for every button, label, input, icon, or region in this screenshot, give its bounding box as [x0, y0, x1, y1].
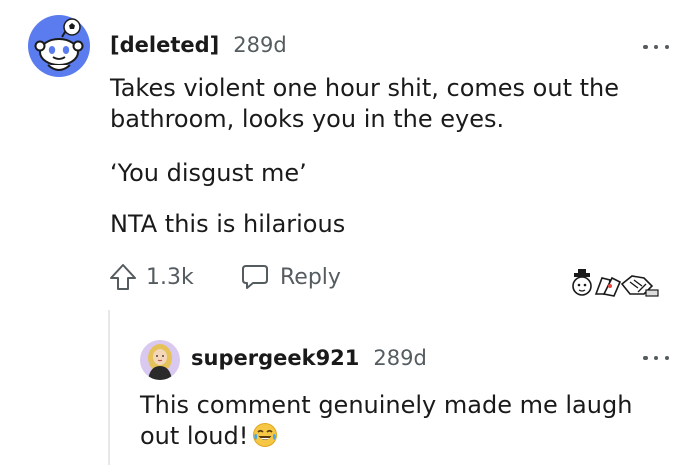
- thread-line[interactable]: [108, 310, 110, 465]
- comment-paragraph: NTA this is hilarious: [110, 210, 346, 238]
- snoo-avatar-icon: [28, 15, 90, 77]
- avatar[interactable]: [28, 15, 90, 77]
- reply-age: 289d: [373, 346, 427, 370]
- comment-age: 289d: [233, 33, 287, 57]
- award-icons: [572, 269, 659, 297]
- reply-body: This comment genuinely made me laugh out…: [140, 390, 660, 452]
- reply-avatar[interactable]: [140, 340, 180, 380]
- reply-username[interactable]: supergeek921: [191, 346, 359, 370]
- user-avatar-icon: [140, 340, 180, 380]
- reply-label: Reply: [280, 264, 341, 290]
- upvote-count: 1.3k: [146, 264, 194, 290]
- laughing-tears-emoji-icon: [253, 423, 278, 447]
- reply-more-options-button[interactable]: [643, 353, 669, 363]
- reply-button[interactable]: Reply: [240, 262, 341, 292]
- upvote-arrow-icon: [110, 264, 136, 290]
- reply-meta: supergeek921 289d: [191, 346, 427, 370]
- reply-paragraph: This comment genuinely made me laugh out…: [140, 390, 660, 452]
- reply-text: This comment genuinely made me laugh out…: [140, 391, 633, 450]
- comment-username[interactable]: [deleted]: [110, 33, 219, 57]
- speech-bubble-icon: [242, 265, 268, 289]
- comment-meta: [deleted] 289d: [110, 33, 287, 57]
- upvote-button[interactable]: 1.3k: [108, 262, 194, 292]
- more-options-button[interactable]: [643, 42, 669, 52]
- awards-group[interactable]: [560, 264, 662, 304]
- comment-paragraph: Takes violent one hour shit, comes out t…: [110, 74, 619, 133]
- comment-paragraph: ‘You disgust me’: [110, 159, 307, 187]
